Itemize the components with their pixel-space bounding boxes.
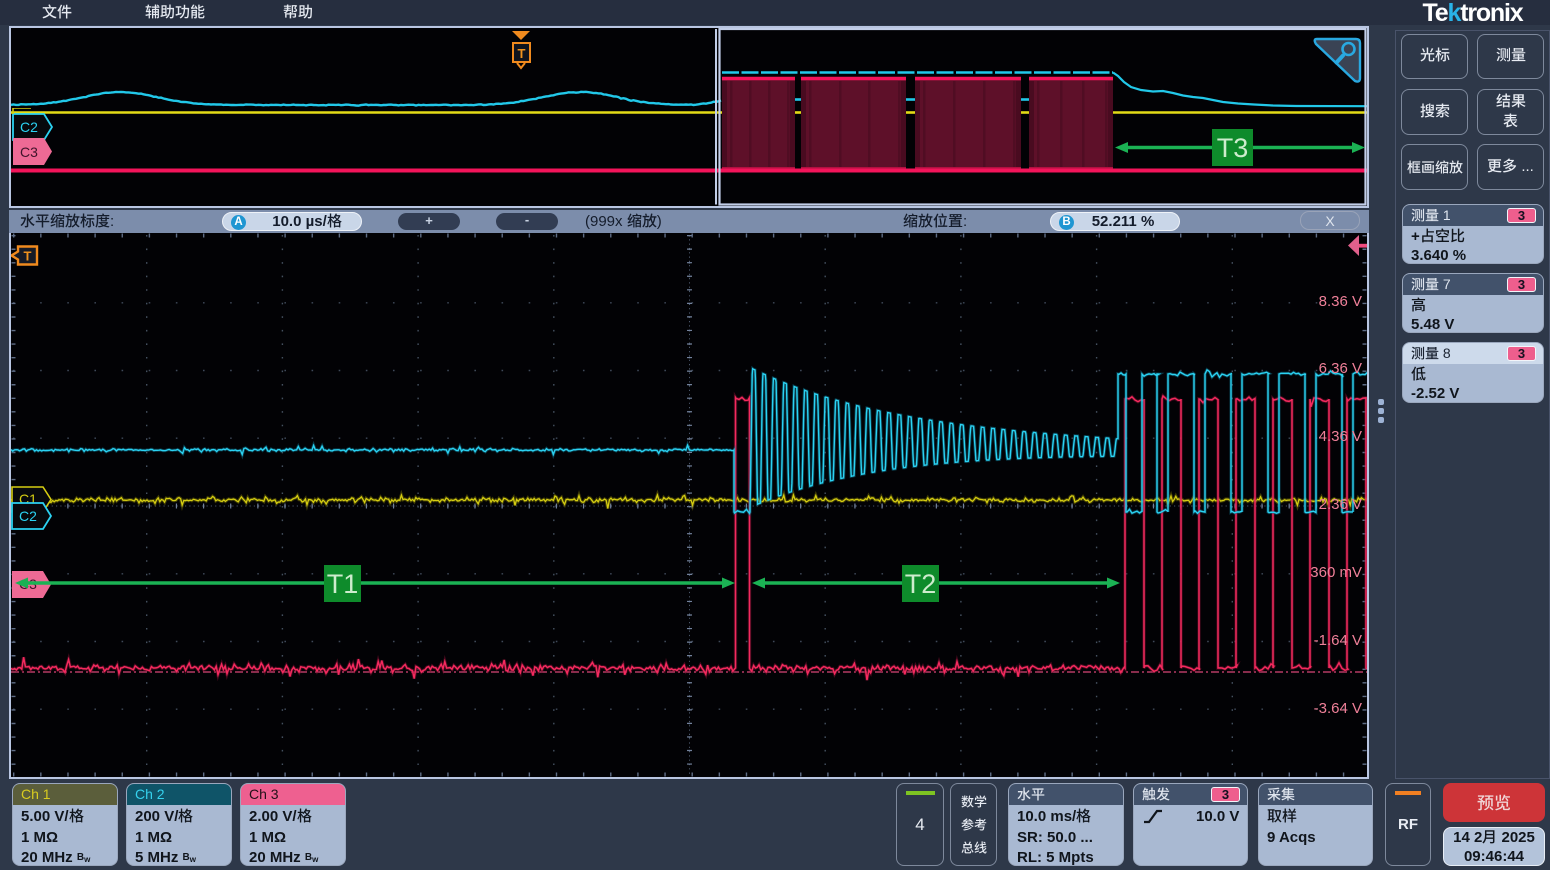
svg-text:C3: C3: [20, 144, 38, 160]
svg-text:T: T: [518, 46, 526, 61]
svg-text:T1: T1: [327, 569, 359, 599]
svg-text:C2: C2: [20, 119, 38, 135]
svg-text:C2: C2: [19, 508, 37, 524]
svg-text:T3: T3: [1217, 133, 1249, 163]
svg-text:T: T: [24, 249, 32, 264]
svg-text:T2: T2: [905, 569, 937, 599]
